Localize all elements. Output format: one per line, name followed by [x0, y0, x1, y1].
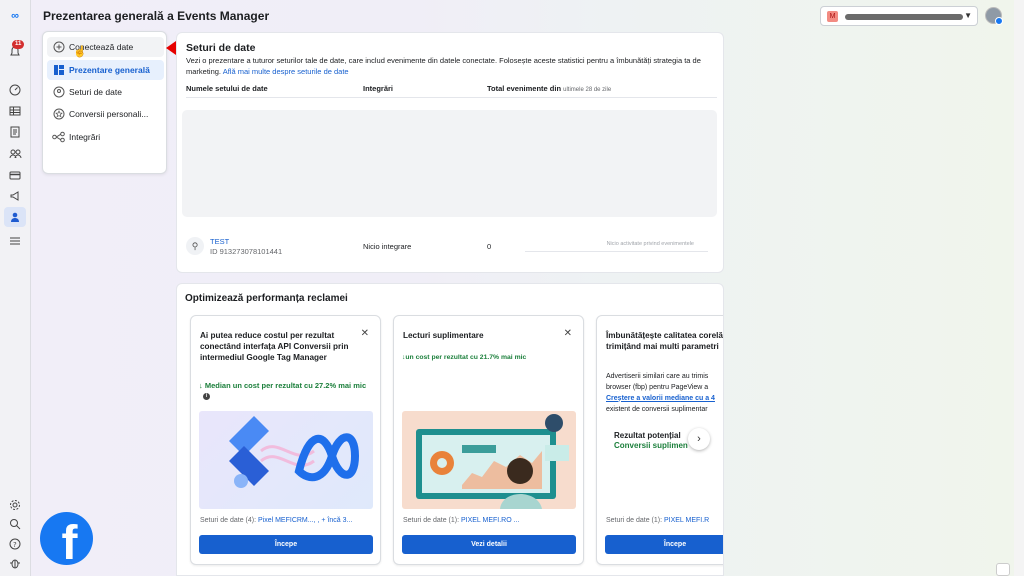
- datasets-description: Vezi o prezentare a tuturor seturilor ta…: [186, 55, 718, 77]
- column-header-name[interactable]: Numele setului de date: [186, 84, 268, 93]
- recommendation-card: Lecturi suplimentare ✕ ↓un cost per rezu…: [393, 315, 584, 565]
- menu-item-integrations[interactable]: Integrări: [47, 127, 164, 147]
- close-icon[interactable]: ✕: [361, 328, 369, 339]
- recommendation-footer: Seturi de date (1): PIXEL MEFI.R: [606, 517, 709, 524]
- carousel-next-button[interactable]: ›: [688, 428, 710, 450]
- account-name-redacted: [845, 14, 963, 20]
- billing-card-icon[interactable]: [7, 167, 23, 183]
- footer-datasets-link[interactable]: Pixel MEFICRM..., , + încă 3...: [258, 517, 352, 524]
- dataset-integration: Nicio integrare: [363, 242, 412, 251]
- globe-icon[interactable]: [996, 563, 1010, 576]
- help-icon[interactable]: ?: [7, 536, 23, 552]
- menu-item-custom-conversions[interactable]: Conversii personali...: [47, 104, 164, 124]
- datasets-card: Seturi de date Vezi o prezentare a tutur…: [176, 32, 724, 273]
- menu-item-label: Seturi de date: [69, 87, 122, 97]
- menu-item-label: Conversii personali...: [69, 109, 149, 119]
- optimize-card: Optimizează performanța reclamei Ai pute…: [176, 283, 724, 576]
- footer-prefix: Seturi de date (1):: [606, 517, 663, 524]
- dataset-name-link[interactable]: TEST: [210, 237, 229, 246]
- close-icon[interactable]: ✕: [564, 328, 572, 339]
- notifications-badge: 11: [12, 40, 25, 49]
- left-nav-rail: ∞ 11 ?: [0, 0, 31, 576]
- star-badge-icon: [52, 108, 65, 121]
- column-header-total-label: Total evenimente din: [487, 84, 562, 93]
- dataset-activity: Nicio activitate privind evenimentele: [525, 238, 708, 252]
- recommendation-title: Ai putea reduce costul per rezultat cone…: [200, 331, 349, 362]
- body-line: browser (fbp) pentru PageView a: [606, 384, 709, 391]
- account-avatar: M: [827, 11, 838, 22]
- megaphone-icon[interactable]: [7, 188, 23, 204]
- potential-result-title: Rezultat potențial: [614, 431, 681, 440]
- account-selector[interactable]: M ▼: [820, 6, 978, 26]
- table-icon[interactable]: [7, 103, 23, 119]
- recommendation-title: Lecturi suplimentare: [403, 331, 484, 340]
- svg-text:?: ?: [13, 541, 17, 549]
- start-button[interactable]: Începe: [199, 535, 373, 554]
- facebook-badge-icon: [995, 17, 1003, 25]
- menu-item-connect-data[interactable]: Conectează date: [47, 37, 164, 57]
- mouse-cursor-icon: ☝: [73, 46, 87, 58]
- facebook-logo-icon: f: [40, 512, 93, 565]
- recommendation-body: Advertiserii similari care au trimis bro…: [606, 371, 723, 415]
- hamburger-menu-icon[interactable]: [7, 233, 23, 249]
- menu-item-overview[interactable]: Prezentare generală: [47, 60, 164, 80]
- page-title: Prezentarea generală a Events Manager: [43, 9, 270, 23]
- menu-item-label: Integrări: [69, 132, 101, 142]
- optimize-title: Optimizează performanța reclamei: [185, 293, 348, 304]
- dataset-icon: [52, 86, 65, 99]
- column-header-total[interactable]: Total evenimente din ultimele 28 de zile: [487, 84, 611, 93]
- menu-item-datasets[interactable]: Seturi de date: [47, 82, 164, 102]
- side-menu: Conectează date Prezentare generală Setu…: [42, 31, 200, 197]
- recommendation-highlight: ↓un cost per rezultat cu 21.7% mai mic: [402, 353, 577, 363]
- dataset-total-events: 0: [487, 242, 492, 251]
- footer-prefix: Seturi de date (1):: [403, 517, 460, 524]
- profile-avatar[interactable]: [985, 7, 1003, 25]
- events-manager-icon[interactable]: [4, 207, 26, 227]
- loading-placeholder: [182, 110, 717, 217]
- datasets-title: Seturi de date: [186, 42, 256, 54]
- menu-item-label: Prezentare generală: [69, 65, 150, 75]
- recommendation-footer: Seturi de date (1): PIXEL MEFI.RO ...: [403, 517, 519, 524]
- recommendation-title: Îmbunătățește calitatea corelării trimiț…: [606, 331, 724, 351]
- meta-logo-icon[interactable]: ∞: [7, 8, 23, 24]
- learn-more-link[interactable]: Află mai multe despre seturile de date: [223, 67, 349, 76]
- analytics-illustration: [402, 411, 576, 509]
- footer-datasets-link[interactable]: PIXEL MEFI.RO ...: [461, 517, 519, 524]
- catalog-icon[interactable]: [7, 124, 23, 140]
- recommendation-footer: Seturi de date (4): Pixel MEFICRM..., , …: [200, 517, 352, 524]
- divider: [186, 97, 717, 98]
- scrollbar[interactable]: [1014, 0, 1024, 576]
- potential-result-box: Rezultat potențial Conversii suplimen: [605, 419, 723, 479]
- column-header-integrations[interactable]: Integrări: [363, 84, 393, 93]
- dataset-id: ID 913273078101441: [210, 247, 283, 256]
- body-link[interactable]: Creștere a valorii mediane cu a 4: [606, 393, 723, 404]
- highlight-text: un cost per rezultat cu 21.7% mai mic: [405, 354, 527, 361]
- search-icon[interactable]: [7, 516, 23, 532]
- column-header-total-sub: ultimele 28 de zile: [563, 87, 612, 93]
- bug-report-icon[interactable]: [7, 555, 23, 571]
- gtm-meta-illustration: [199, 411, 373, 509]
- footer-datasets-link[interactable]: PIXEL MEFI.R: [664, 517, 709, 524]
- settings-gear-icon[interactable]: [7, 497, 23, 513]
- view-details-button[interactable]: Vezi detalii: [402, 535, 576, 554]
- recommendation-highlight: ↓ Median un cost per rezultat cu 27.2% m…: [199, 381, 369, 401]
- dashboard-icon: [52, 64, 65, 77]
- gauge-icon[interactable]: [7, 82, 23, 98]
- body-line: existent de conversii suplimentar: [606, 406, 708, 413]
- plus-circle-icon: [52, 41, 65, 54]
- chevron-down-icon: ▼: [964, 11, 972, 20]
- footer-prefix: Seturi de date (4):: [200, 517, 257, 524]
- body-line: Advertiserii similari care au trimis: [606, 373, 709, 380]
- highlight-text: Median un cost per rezultat cu 27.2% mai…: [204, 381, 367, 390]
- integrations-icon: [52, 131, 65, 144]
- start-button[interactable]: Începe: [605, 535, 723, 554]
- dataset-row-icon: ⚲: [186, 237, 204, 255]
- audiences-icon[interactable]: [7, 146, 23, 162]
- info-icon[interactable]: i: [203, 392, 210, 400]
- recommendation-card: Ai putea reduce costul per rezultat cone…: [190, 315, 381, 565]
- potential-result-value: Conversii suplimen: [614, 441, 688, 450]
